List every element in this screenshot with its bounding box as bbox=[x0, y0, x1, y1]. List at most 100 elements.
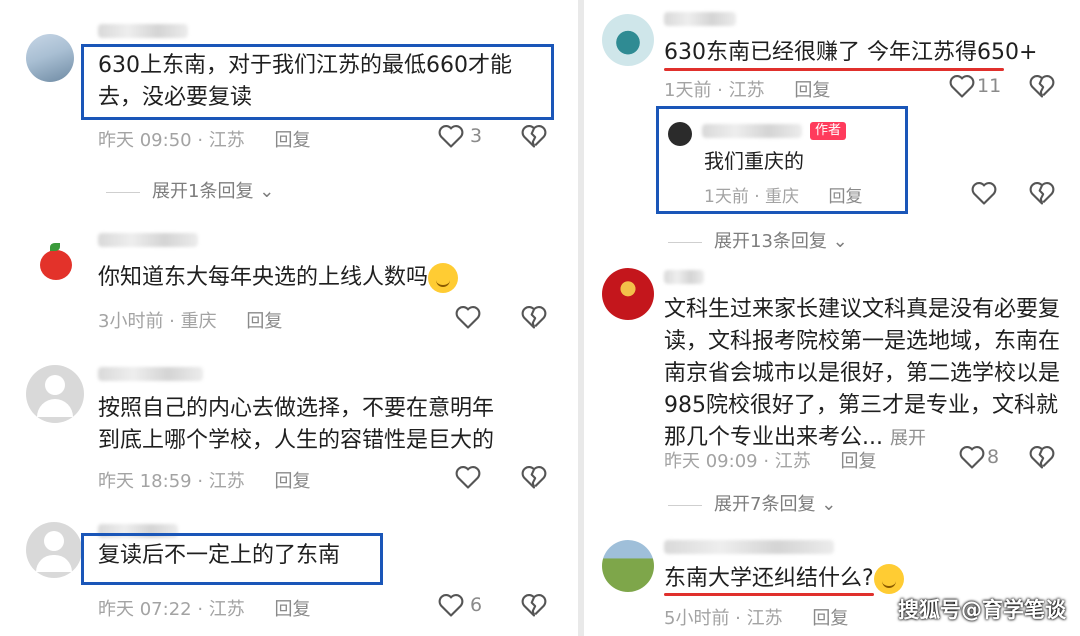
heart-icon[interactable] bbox=[437, 592, 465, 618]
meta-separator: · bbox=[191, 130, 209, 151]
watermark: 搜狐号@育学笔谈 bbox=[898, 598, 1066, 622]
meta-separator: · bbox=[191, 471, 209, 492]
meta-separator: · bbox=[711, 80, 729, 101]
comment-time: 5小时前 bbox=[664, 608, 730, 629]
like-count: 11 bbox=[977, 75, 1002, 97]
chevron-down-icon: ⌄ bbox=[259, 181, 275, 202]
meta-separator: · bbox=[163, 311, 181, 332]
username-blurred[interactable] bbox=[98, 233, 198, 247]
like-count: 3 bbox=[470, 125, 483, 147]
avatar[interactable] bbox=[40, 250, 72, 280]
meta-separator: · bbox=[757, 451, 775, 472]
avatar[interactable] bbox=[602, 14, 654, 66]
avatar[interactable] bbox=[602, 268, 654, 320]
reply-button[interactable]: 回复 bbox=[828, 187, 862, 207]
username-blurred[interactable] bbox=[98, 367, 203, 381]
comment-location: 江苏 bbox=[208, 599, 245, 620]
comment-text: 630上东南，对于我们江苏的最低660才能 去，没必要复读 bbox=[98, 53, 512, 110]
chevron-down-icon: ⌄ bbox=[821, 494, 837, 515]
reply-button[interactable]: 回复 bbox=[275, 471, 311, 492]
left-comment-panel: 630上东南，对于我们江苏的最低660才能 去，没必要复读 昨天 09:50 ·… bbox=[0, 0, 578, 636]
expand-replies-label: 展开7条回复 bbox=[714, 494, 816, 515]
comment-text-content: 东南大学还纠结什么? bbox=[664, 566, 874, 591]
dislike-heart-icon[interactable] bbox=[520, 123, 548, 149]
expand-replies[interactable]: 展开7条回复 ⌄ bbox=[668, 490, 836, 516]
comment-text: 你知道东大每年央选的上线人数吗 bbox=[98, 262, 459, 294]
meta-separator: · bbox=[729, 608, 747, 629]
comment-location: 江苏 bbox=[208, 471, 245, 492]
comment-meta: 昨天 09:09 · 江苏 回复 bbox=[664, 447, 877, 473]
like-count: 8 bbox=[987, 446, 1000, 468]
heart-icon[interactable] bbox=[948, 73, 976, 99]
username-blurred[interactable] bbox=[702, 123, 802, 138]
chevron-down-icon: ⌄ bbox=[832, 231, 848, 252]
heart-icon[interactable] bbox=[454, 304, 482, 330]
dislike-heart-icon[interactable] bbox=[1028, 180, 1056, 206]
reply-button[interactable]: 回复 bbox=[812, 608, 848, 629]
username-blurred[interactable] bbox=[664, 270, 704, 284]
dislike-heart-icon[interactable] bbox=[520, 592, 548, 618]
author-tag: 作者 bbox=[810, 121, 847, 140]
dislike-heart-icon[interactable] bbox=[520, 304, 548, 330]
smile-emoji-icon bbox=[428, 263, 459, 293]
username-blurred[interactable] bbox=[664, 12, 736, 26]
comment-text: 按照自己的内心去做选择，不要在意明年 到底上哪个学校，人生的容错性是巨大的 bbox=[98, 396, 495, 453]
heart-icon[interactable] bbox=[454, 464, 482, 490]
reply-button[interactable]: 回复 bbox=[841, 451, 877, 472]
comment-time: 1天前 bbox=[664, 80, 712, 101]
expand-text-link[interactable]: 展开 bbox=[890, 428, 926, 449]
username-blurred[interactable] bbox=[98, 24, 188, 38]
comment-meta: 1天前 · 重庆 回复 bbox=[704, 182, 862, 207]
comment-time: 1天前 bbox=[704, 187, 749, 207]
red-underline bbox=[664, 593, 874, 596]
comment-time: 昨天 09:50 bbox=[98, 130, 192, 151]
comment-text-content: 你知道东大每年央选的上线人数吗 bbox=[98, 265, 429, 290]
comment-location: 重庆 bbox=[765, 187, 800, 207]
comment-time: 昨天 07:22 bbox=[98, 599, 192, 620]
reply-text: 我们重庆的 bbox=[704, 149, 804, 173]
expand-replies-label: 展开13条回复 bbox=[714, 231, 827, 252]
reply-button[interactable]: 回复 bbox=[275, 599, 311, 620]
dislike-heart-icon[interactable] bbox=[1028, 73, 1056, 99]
comment-text: 东南大学还纠结什么? bbox=[664, 563, 904, 595]
heart-icon[interactable] bbox=[958, 444, 986, 470]
comment-meta: 昨天 07:22 · 江苏 回复 bbox=[98, 595, 311, 621]
red-underline bbox=[664, 68, 1004, 71]
comment-meta: 昨天 09:50 · 江苏 回复 bbox=[98, 126, 311, 152]
reply-button[interactable]: 回复 bbox=[246, 311, 282, 332]
meta-separator: · bbox=[748, 187, 766, 207]
comment-text: 文科生过来家长建议文科真是没有必要复 读，文科报考院校第一是选地域，东南在 南京… bbox=[664, 294, 1074, 455]
like-count: 6 bbox=[470, 594, 483, 616]
expand-replies-label: 展开1条回复 bbox=[152, 181, 254, 202]
comment-location: 江苏 bbox=[746, 608, 783, 629]
reply-button[interactable]: 回复 bbox=[794, 80, 830, 101]
heart-icon[interactable] bbox=[437, 123, 465, 149]
avatar-leaf bbox=[50, 243, 60, 251]
expand-replies[interactable]: 展开13条回复 ⌄ bbox=[668, 227, 848, 253]
avatar-placeholder-head bbox=[45, 375, 65, 395]
comment-meta: 3小时前 · 重庆 回复 bbox=[98, 307, 282, 333]
comment-meta: 1天前 · 江苏 回复 bbox=[664, 76, 830, 102]
meta-separator: · bbox=[191, 599, 209, 620]
heart-icon[interactable] bbox=[970, 180, 998, 206]
reply-button[interactable]: 回复 bbox=[275, 130, 311, 151]
sub-reply-header: 作者 bbox=[702, 120, 847, 140]
username-blurred[interactable] bbox=[664, 540, 834, 554]
comment-time: 3小时前 bbox=[98, 311, 164, 332]
comment-text: 630东南已经很赚了 今年江苏得650+ bbox=[664, 40, 1038, 65]
expand-replies[interactable]: 展开1条回复 ⌄ bbox=[106, 177, 274, 203]
comment-location: 江苏 bbox=[728, 80, 765, 101]
right-comment-panel: 630东南已经很赚了 今年江苏得650+ 1天前 · 江苏 回复 11 作者 我… bbox=[584, 0, 1080, 636]
comment-location: 江苏 bbox=[208, 130, 245, 151]
comment-text-content: 文科生过来家长建议文科真是没有必要复 读，文科报考院校第一是选地域，东南在 南京… bbox=[664, 297, 1061, 450]
dislike-heart-icon[interactable] bbox=[520, 464, 548, 490]
comment-location: 江苏 bbox=[774, 451, 811, 472]
dislike-heart-icon[interactable] bbox=[1028, 444, 1056, 470]
avatar[interactable] bbox=[668, 122, 692, 146]
comment-meta: 昨天 18:59 · 江苏 回复 bbox=[98, 467, 311, 493]
laughing-emoji-icon bbox=[873, 564, 904, 594]
comment-time: 昨天 09:09 bbox=[664, 451, 758, 472]
avatar[interactable] bbox=[26, 34, 74, 82]
comment-meta: 5小时前 · 江苏 回复 bbox=[664, 604, 848, 630]
avatar[interactable] bbox=[602, 540, 654, 592]
